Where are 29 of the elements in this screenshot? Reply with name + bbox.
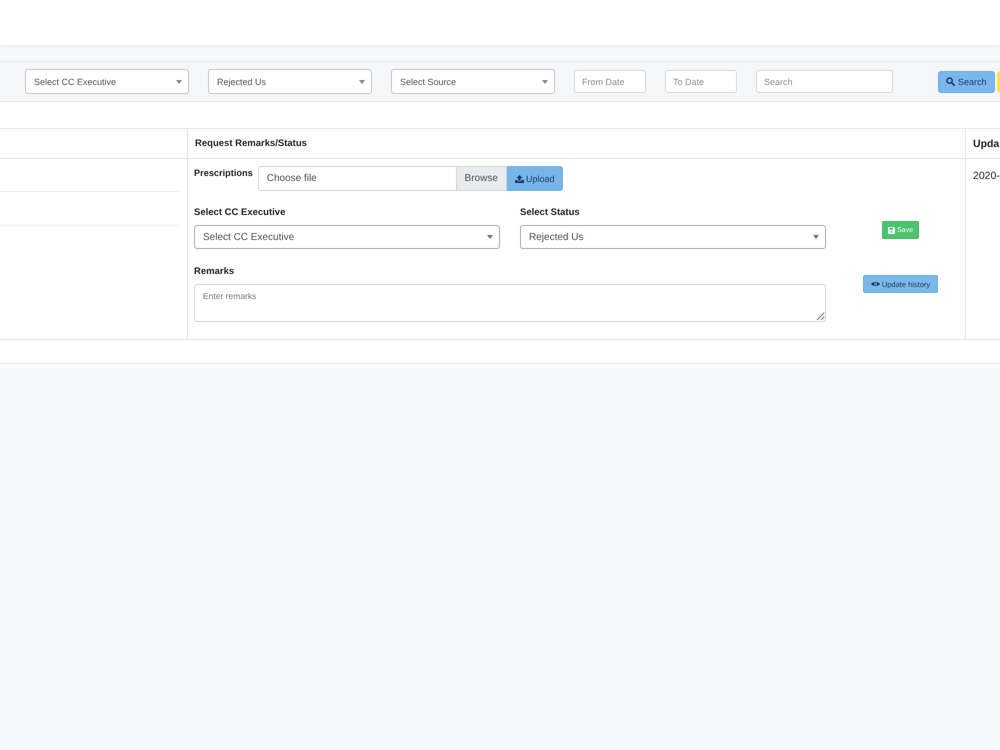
action-button[interactable] — [996, 70, 1000, 92]
upload-button[interactable]: Upload — [506, 166, 563, 191]
upload-icon — [514, 174, 524, 182]
eye-icon — [870, 281, 880, 287]
table-cell: 2020- — [973, 170, 1000, 182]
caret-icon — [176, 80, 182, 84]
field-label: Prescriptions — [194, 167, 253, 180]
caret-icon — [359, 80, 365, 84]
caret-icon — [487, 235, 493, 239]
field-label: Select Status — [520, 206, 580, 220]
file-field[interactable]: Choose file — [258, 166, 456, 191]
caret-icon — [542, 80, 548, 84]
date-field[interactable]: From Date — [574, 70, 646, 93]
date-field[interactable]: To Date — [665, 70, 737, 93]
column-header: Upda — [973, 138, 1000, 150]
select-field[interactable]: Rejected Us — [520, 225, 826, 249]
caret-icon — [813, 235, 819, 239]
remarks-field[interactable]: Enter remarks — [194, 284, 826, 322]
select-field[interactable]: Select Source — [391, 69, 555, 94]
search-icon — [946, 77, 955, 86]
column-header: Request Remarks/Status — [195, 138, 307, 149]
select-field[interactable]: Rejected Us — [208, 69, 372, 94]
select-field[interactable]: Select CC Executive — [25, 69, 189, 94]
select-field[interactable]: Select CC Executive — [194, 225, 500, 249]
search-field[interactable]: Search — [756, 70, 893, 93]
search-button[interactable]: Search — [938, 70, 995, 92]
browse-button[interactable]: Browse — [456, 166, 507, 191]
field-label: Select CC Executive — [194, 206, 286, 220]
field-label: Remarks — [194, 265, 234, 279]
